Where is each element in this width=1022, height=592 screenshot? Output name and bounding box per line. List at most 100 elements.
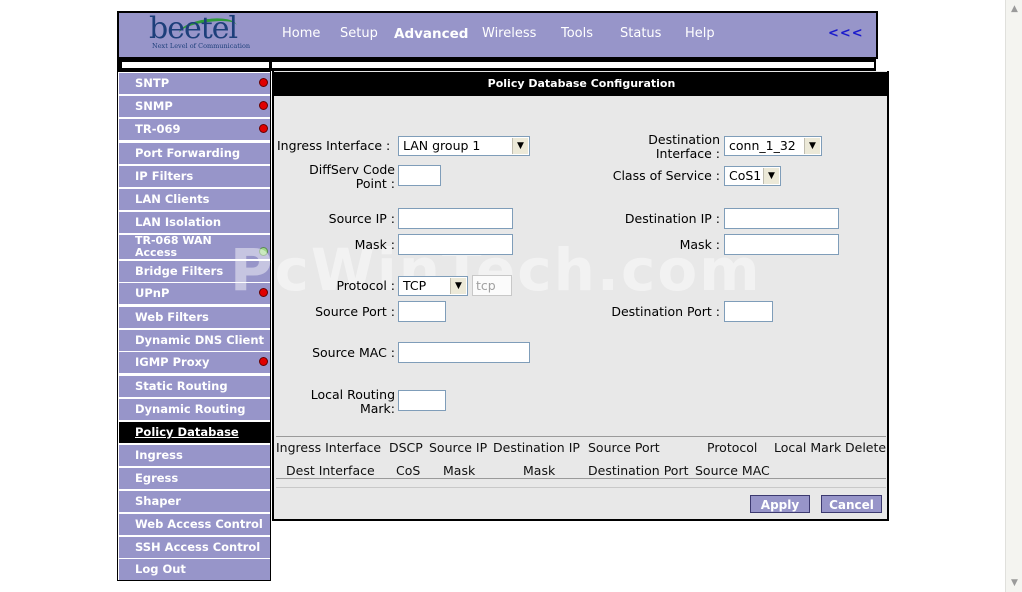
sidebar-item-label: LAN Isolation [135, 215, 222, 229]
nav-help[interactable]: Help [685, 26, 715, 41]
col-ingress-interface: Ingress Interface [276, 440, 382, 455]
source-port-input[interactable] [398, 301, 446, 322]
diffserv-code-point-input[interactable] [398, 165, 441, 186]
nav-tools[interactable]: Tools [561, 26, 593, 41]
sidebar-item-label: TR-068 WAN Access [135, 234, 212, 259]
vertical-scrollbar[interactable]: ▲ ▼ [1005, 0, 1022, 592]
destination-interface-value: conn_1_32 [729, 138, 796, 153]
local-routing-mark-input[interactable] [398, 390, 446, 411]
source-mask-input[interactable] [398, 234, 513, 255]
sidebar-item-igmp-proxy[interactable]: IGMP Proxy [119, 352, 270, 373]
sidebar-item-label: Static Routing [135, 379, 228, 393]
nav-home[interactable]: Home [282, 26, 320, 41]
table-top-rule [276, 436, 886, 437]
class-of-service-select[interactable]: CoS1 ▼ [724, 166, 781, 186]
source-mac-input[interactable] [398, 342, 530, 363]
sidebar-item-web-access-control[interactable]: Web Access Control [119, 514, 270, 535]
col-dest-interface: Dest Interface [286, 463, 375, 478]
dest-mask-input[interactable] [724, 234, 839, 255]
nav-advanced[interactable]: Advanced [394, 26, 468, 42]
scroll-up-icon[interactable]: ▲ [1007, 1, 1022, 17]
status-red-dot-icon [259, 101, 268, 110]
sidebar-item-label: UPnP [135, 286, 170, 300]
sidebar-item-upnp[interactable]: UPnP [119, 283, 270, 304]
sidebar-item-tr069[interactable]: TR-069 [119, 119, 270, 140]
nav-wireless[interactable]: Wireless [482, 26, 536, 41]
sidebar-item-label: TR-069 [135, 122, 181, 136]
destination-port-input[interactable] [724, 301, 773, 322]
col-destination-port: Destination Port [588, 463, 689, 478]
protocol-text-input[interactable] [472, 275, 512, 296]
col-dscp: DSCP [389, 440, 423, 455]
sidebar-item-snmp[interactable]: SNMP [119, 96, 270, 117]
sidebar-item-label: LAN Clients [135, 192, 210, 206]
source-ip-input[interactable] [398, 208, 513, 229]
col-source-mac: Source MAC [695, 463, 770, 478]
sidebar-item-tr068-wan-access[interactable]: TR-068 WAN Access [119, 235, 270, 259]
sidebar-item-sntp[interactable]: SNTP [119, 73, 270, 94]
cancel-button[interactable]: Cancel [821, 495, 882, 513]
sidebar-item-label: SNTP [135, 76, 170, 90]
ingress-interface-select[interactable]: LAN group 1 ▼ [398, 136, 530, 156]
header-divider-gap [272, 62, 874, 68]
sidebar-item-static-routing[interactable]: Static Routing [119, 376, 270, 397]
sidebar-item-label: Port Forwarding [135, 146, 241, 160]
diffserv-label-line1: DiffServ Code [309, 162, 395, 177]
ingress-interface-label: Ingress Interface : [277, 138, 391, 153]
class-of-service-label: Class of Service : [612, 168, 720, 183]
source-mac-label: Source MAC : [312, 345, 395, 360]
source-ip-label: Source IP : [328, 211, 395, 226]
sidebar-item-lan-clients[interactable]: LAN Clients [119, 189, 270, 210]
brand-logo[interactable]: beetel [149, 11, 238, 46]
destination-ip-input[interactable] [724, 208, 839, 229]
chevron-down-icon: ▼ [450, 278, 466, 294]
status-red-dot-icon [259, 124, 268, 133]
sidebar-item-bridge-filters[interactable]: Bridge Filters [119, 261, 270, 282]
source-mask-label: Mask : [354, 237, 395, 252]
sidebar-item-egress[interactable]: Egress [119, 468, 270, 489]
col-source-ip: Source IP [429, 440, 488, 455]
col-destination-ip: Destination IP [493, 440, 580, 455]
sidebar-item-ip-filters[interactable]: IP Filters [119, 166, 270, 187]
sidebar-item-shaper[interactable]: Shaper [119, 491, 270, 512]
sidebar-item-label: Web Access Control [135, 517, 263, 531]
sidebar-item-label: Shaper [135, 494, 181, 508]
scroll-down-icon[interactable]: ▼ [1007, 575, 1022, 591]
nav-status[interactable]: Status [620, 26, 661, 41]
sidebar-item-dynamic-dns-client[interactable]: Dynamic DNS Client [119, 330, 270, 351]
panel-title: Policy Database Configuration [274, 72, 889, 96]
nav-setup[interactable]: Setup [340, 26, 378, 41]
col-source-port: Source Port [588, 440, 660, 455]
sidebar-item-web-filters[interactable]: Web Filters [119, 307, 270, 328]
sidebar-item-ssh-access-control[interactable]: SSH Access Control [119, 537, 270, 558]
col-protocol: Protocol [707, 440, 758, 455]
sidebar-item-label: Web Filters [135, 310, 209, 324]
destination-interface-select[interactable]: conn_1_32 ▼ [724, 136, 822, 156]
chevron-down-icon: ▼ [763, 168, 779, 184]
dest-mask-label: Mask : [679, 237, 720, 252]
destination-port-label: Destination Port : [611, 304, 720, 319]
sidebar-item-port-forwarding[interactable]: Port Forwarding [119, 143, 270, 164]
nav-back-link[interactable]: <<< [828, 26, 864, 41]
protocol-value: TCP [403, 278, 427, 293]
table-bottom-rule [276, 478, 886, 479]
top-header: beetel Next Level of Communication Home … [117, 11, 878, 59]
col-delete: Delete [845, 440, 887, 455]
chevron-down-icon: ▼ [512, 138, 528, 154]
destination-interface-label-line2: Interface : [655, 146, 720, 161]
sidebar-item-dynamic-routing[interactable]: Dynamic Routing [119, 399, 270, 420]
sidebar-item-label: IP Filters [135, 169, 194, 183]
col-source-mask: Mask [443, 463, 476, 478]
sidebar-item-policy-database[interactable]: Policy Database [119, 422, 270, 443]
sidebar-item-lan-isolation[interactable]: LAN Isolation [119, 212, 270, 233]
sidebar-item-label: Dynamic Routing [135, 402, 246, 416]
col-dest-mask: Mask [523, 463, 556, 478]
protocol-select[interactable]: TCP ▼ [398, 276, 468, 296]
apply-button[interactable]: Apply [750, 495, 810, 513]
source-port-label: Source Port : [315, 304, 395, 319]
status-green-dot-icon [259, 247, 268, 256]
sidebar-item-log-out[interactable]: Log Out [119, 559, 270, 580]
sidebar-item-ingress[interactable]: Ingress [119, 445, 270, 466]
destination-ip-label: Destination IP : [624, 211, 720, 226]
status-red-dot-icon [259, 78, 268, 87]
